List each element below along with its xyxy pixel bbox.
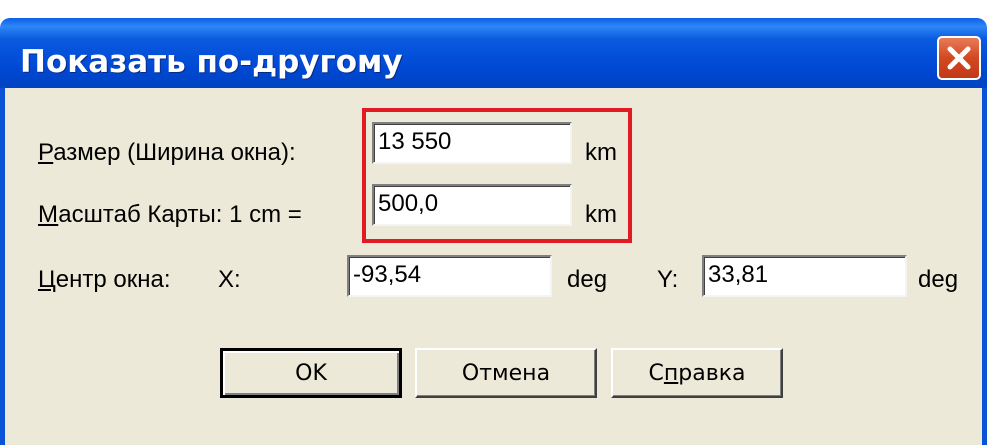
center-x-input[interactable]: -93,54 [347, 255, 552, 297]
close-button[interactable] [937, 36, 981, 80]
center-x-label: X: [218, 266, 241, 293]
title-bar[interactable]: Показать по-другому [0, 18, 987, 88]
center-x-unit: deg [567, 266, 608, 293]
help-button[interactable]: Сп равка [611, 348, 783, 398]
close-icon [947, 46, 971, 70]
center-y-label: Y: [657, 266, 679, 293]
center-label: Центр окна: [38, 266, 171, 293]
dialog-title: Показать по-другому [20, 44, 403, 80]
ok-button[interactable]: OK [220, 348, 402, 398]
size-label: Размер (Ширина окна): [38, 139, 296, 166]
scale-label: Масштаб Карты: 1 cm = [38, 201, 302, 228]
highlight-box [362, 108, 632, 243]
cancel-button[interactable]: Отмена [415, 348, 597, 398]
center-y-input[interactable]: 33,81 [702, 255, 907, 297]
center-y-unit: deg [918, 266, 959, 293]
dialog-window: Показать по-другому Размер (Ширина окна)… [0, 0, 987, 445]
